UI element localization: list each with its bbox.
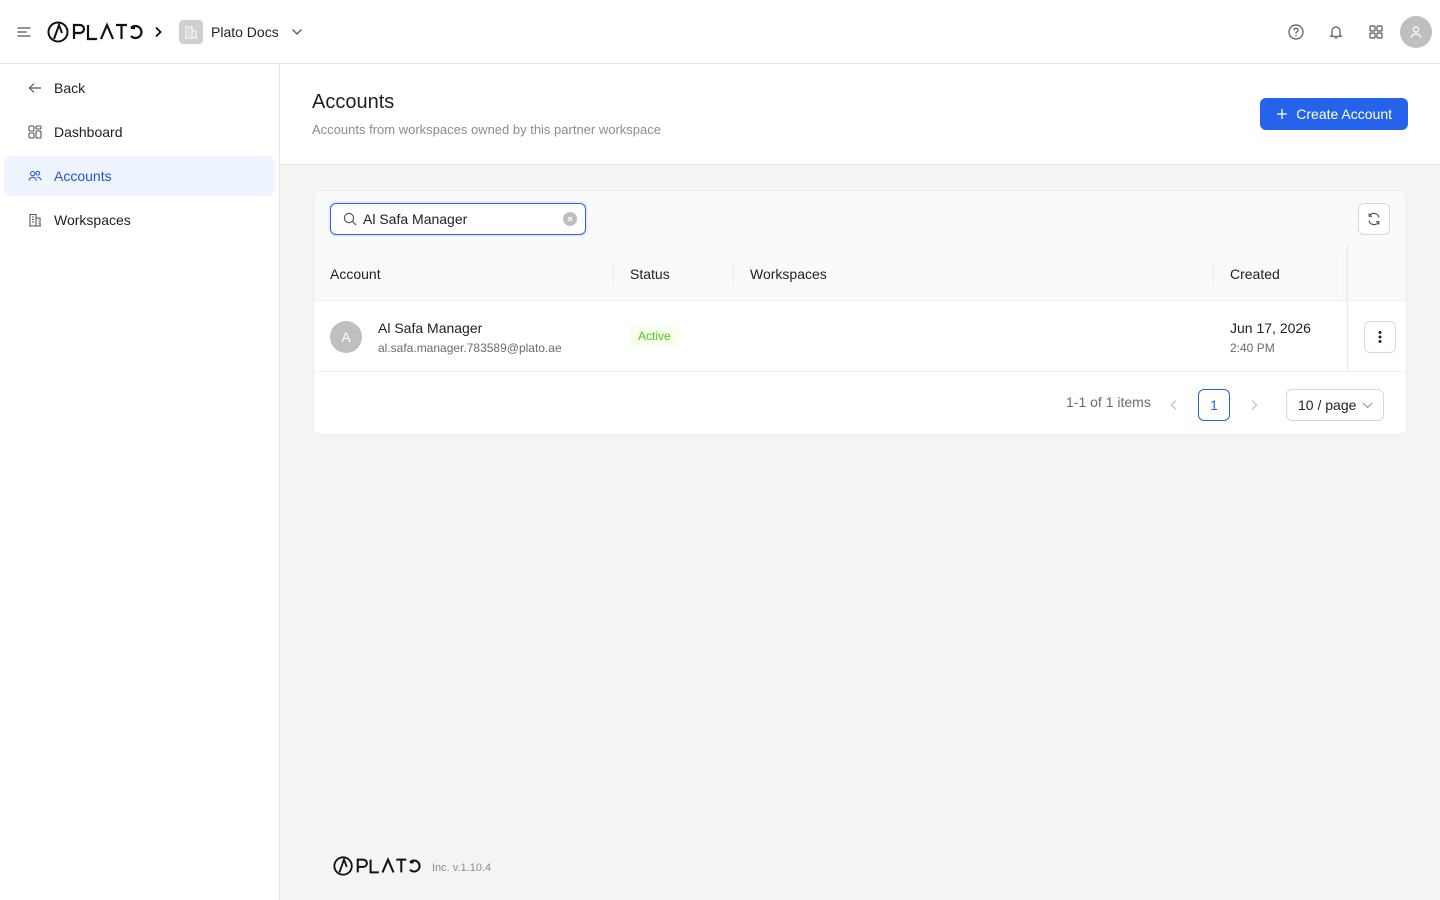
chevron-left-icon (1170, 399, 1178, 411)
create-account-button[interactable]: Create Account (1260, 98, 1408, 130)
sidebar-item-label: Accounts (54, 168, 112, 184)
workspace-switcher[interactable]: Plato Docs (179, 20, 303, 44)
refresh-button[interactable] (1358, 203, 1390, 235)
column-header-account[interactable]: Account (330, 247, 381, 301)
sidebar-item-accounts[interactable]: Accounts (4, 156, 275, 196)
column-divider (1213, 263, 1214, 285)
menu-icon[interactable] (14, 22, 34, 42)
next-page-button[interactable] (1242, 389, 1266, 421)
column-divider (733, 263, 734, 285)
top-bar: Plato Docs (0, 0, 1440, 64)
search-icon (343, 212, 357, 226)
table-toolbar (314, 191, 1406, 247)
sidebar-item-label: Dashboard (54, 124, 123, 140)
plato-logo[interactable] (47, 20, 143, 44)
chevron-down-icon (291, 28, 303, 36)
fixed-column-divider (1347, 247, 1348, 372)
accounts-table-card: Account Status Workspaces Created A Al S… (313, 190, 1407, 435)
user-icon (1409, 25, 1423, 39)
building-icon (28, 213, 42, 227)
apps-grid-icon[interactable] (1356, 16, 1396, 48)
table-row[interactable]: A Al Safa Manager al.safa.manager.783589… (314, 301, 1406, 372)
footer-version: Inc. v.1.10.4 (432, 861, 492, 874)
workspace-name: Plato Docs (211, 24, 279, 40)
row-actions-button[interactable] (1364, 321, 1396, 353)
created-date: Jun 17, 2026 (1230, 320, 1311, 336)
prev-page-button[interactable] (1162, 389, 1186, 421)
table-header: Account Status Workspaces Created (314, 247, 1406, 301)
sidebar-item-dashboard[interactable]: Dashboard (4, 112, 275, 152)
column-divider (613, 263, 614, 285)
sidebar-item-label: Workspaces (54, 212, 131, 228)
status-badge: Active (630, 326, 679, 346)
sidebar-item-back[interactable]: Back (4, 68, 275, 108)
page-number-button[interactable]: 1 (1198, 389, 1230, 421)
account-name[interactable]: Al Safa Manager (378, 320, 482, 336)
more-vertical-icon (1378, 330, 1382, 344)
chevron-right-icon (1250, 399, 1258, 411)
sidebar-item-workspaces[interactable]: Workspaces (4, 200, 275, 240)
arrow-left-icon (28, 81, 42, 95)
chevron-right-icon (150, 22, 166, 42)
account-email: al.safa.manager.783589@plato.ae (378, 341, 562, 355)
page-subtitle: Accounts from workspaces owned by this p… (312, 122, 661, 137)
sidebar: Back Dashboard Accounts Workspaces (0, 64, 280, 900)
workspace-building-icon (179, 20, 203, 44)
column-header-workspaces[interactable]: Workspaces (750, 247, 827, 301)
refresh-icon (1366, 211, 1382, 227)
page-size-select[interactable]: 10 / page (1286, 389, 1384, 421)
search-box[interactable] (330, 203, 586, 235)
account-avatar: A (330, 321, 362, 353)
page-title: Accounts (312, 91, 395, 113)
footer: Inc. v.1.10.4 (330, 855, 491, 877)
page-size-value: 10 / page (1298, 397, 1357, 413)
create-account-label: Create Account (1296, 106, 1392, 122)
page-header: Accounts Accounts from workspaces owned … (280, 64, 1440, 165)
sidebar-item-label: Back (54, 80, 86, 96)
column-header-created[interactable]: Created (1230, 247, 1280, 301)
user-avatar[interactable] (1400, 16, 1432, 48)
clear-search-icon[interactable] (563, 212, 577, 226)
pagination-total: 1-1 of 1 items (1066, 394, 1151, 410)
search-input[interactable] (363, 211, 557, 227)
dashboard-icon (28, 125, 42, 139)
help-circle-icon[interactable] (1276, 16, 1316, 48)
bell-icon[interactable] (1316, 16, 1356, 48)
plus-icon (1276, 108, 1288, 120)
footer-plato-logo (330, 855, 424, 877)
users-icon (28, 169, 42, 183)
chevron-down-icon (1362, 402, 1373, 409)
column-header-status[interactable]: Status (630, 247, 670, 301)
created-time: 2:40 PM (1230, 341, 1275, 355)
pagination: 1-1 of 1 items 1 10 / page (314, 373, 1406, 434)
